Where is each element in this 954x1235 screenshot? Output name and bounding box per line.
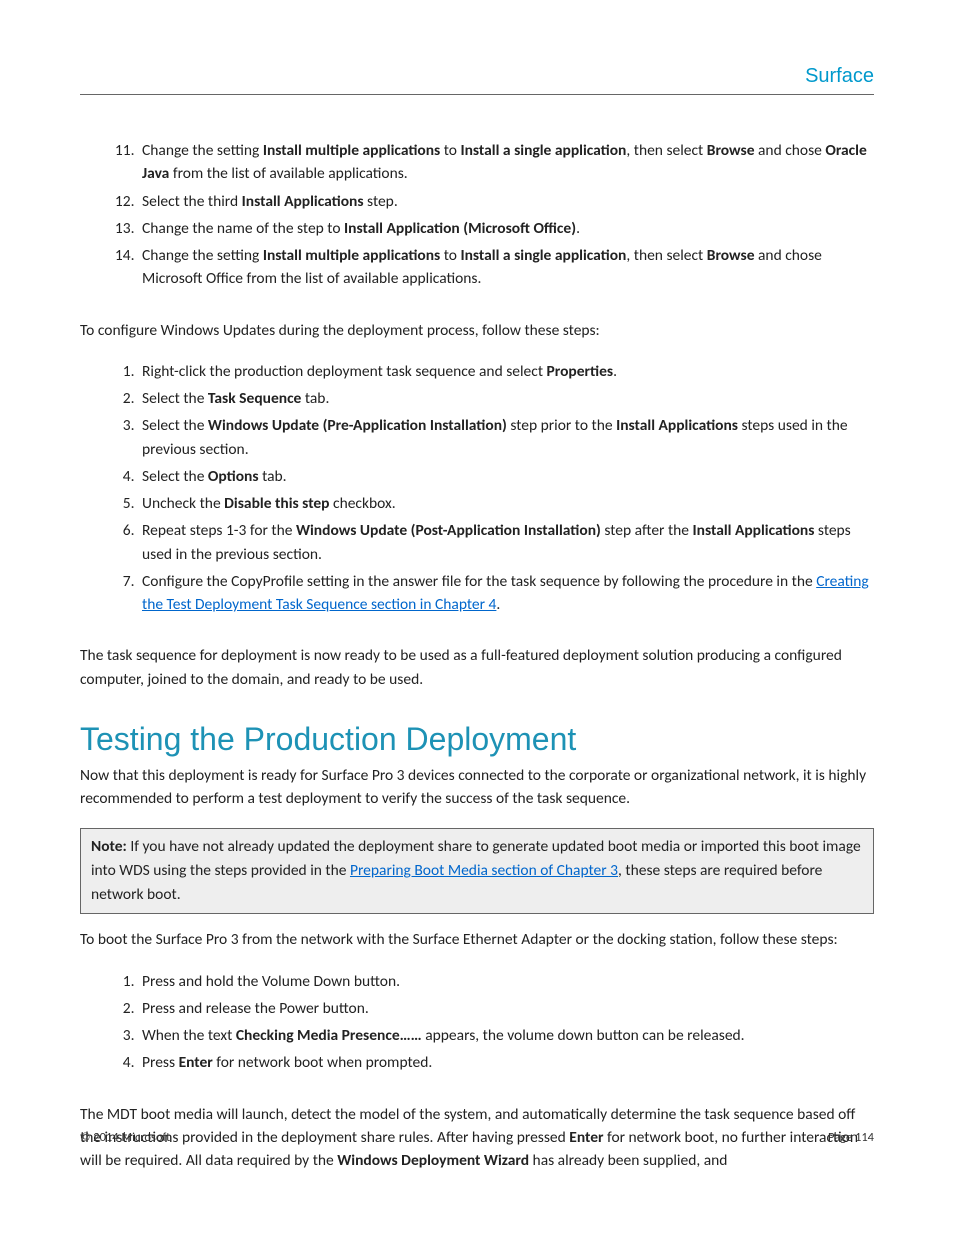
header-rule	[80, 94, 874, 95]
section-heading-testing: Testing the Production Deployment	[80, 721, 874, 758]
link-creating-test-deployment[interactable]: Creating the Test Deployment Task Sequen…	[142, 572, 869, 614]
list-item: Change the name of the step to Install A…	[138, 217, 874, 240]
link-preparing-boot-media[interactable]: Preparing Boot Media section of Chapter …	[350, 861, 618, 880]
note-box: Note: If you have not already updated th…	[80, 828, 874, 914]
footer-copyright: © 2014 Microsoft	[80, 1130, 170, 1145]
list-item: Change the setting Install multiple appl…	[138, 244, 874, 291]
list-item: Configure the CopyProfile setting in the…	[138, 570, 874, 617]
list-item: Press and release the Power button.	[138, 997, 874, 1020]
paragraph-testing-intro: Now that this deployment is ready for Su…	[80, 764, 874, 811]
list-item: Repeat steps 1-3 for the Windows Update …	[138, 519, 874, 566]
list-item: Press and hold the Volume Down button.	[138, 970, 874, 993]
paragraph-boot-steps-intro: To boot the Surface Pro 3 from the netwo…	[80, 928, 874, 951]
list-item: Select the Options tab.	[138, 465, 874, 488]
list-item: Right-click the production deployment ta…	[138, 360, 874, 383]
paragraph-task-sequence-ready: The task sequence for deployment is now …	[80, 644, 874, 691]
paragraph-configure-updates: To configure Windows Updates during the …	[80, 319, 874, 342]
ordered-list-apps: Change the setting Install multiple appl…	[80, 139, 874, 291]
list-item: Select the third Install Applications st…	[138, 190, 874, 213]
list-item: Press Enter for network boot when prompt…	[138, 1051, 874, 1074]
footer-page-number: Page 114	[828, 1130, 874, 1145]
ordered-list-boot: Press and hold the Volume Down button. Pr…	[80, 970, 874, 1075]
document-page: Surface Change the setting Install multi…	[0, 0, 954, 1235]
list-item: When the text Checking Media Presence…… …	[138, 1024, 874, 1047]
brand-label: Surface	[80, 65, 874, 88]
list-item: Select the Windows Update (Pre-Applicati…	[138, 414, 874, 461]
list-item: Select the Task Sequence tab.	[138, 387, 874, 410]
list-item: Change the setting Install multiple appl…	[138, 139, 874, 186]
list-item: Uncheck the Disable this step checkbox.	[138, 492, 874, 515]
ordered-list-updates: Right-click the production deployment ta…	[80, 360, 874, 617]
page-footer: © 2014 Microsoft Page 114	[80, 1130, 874, 1145]
